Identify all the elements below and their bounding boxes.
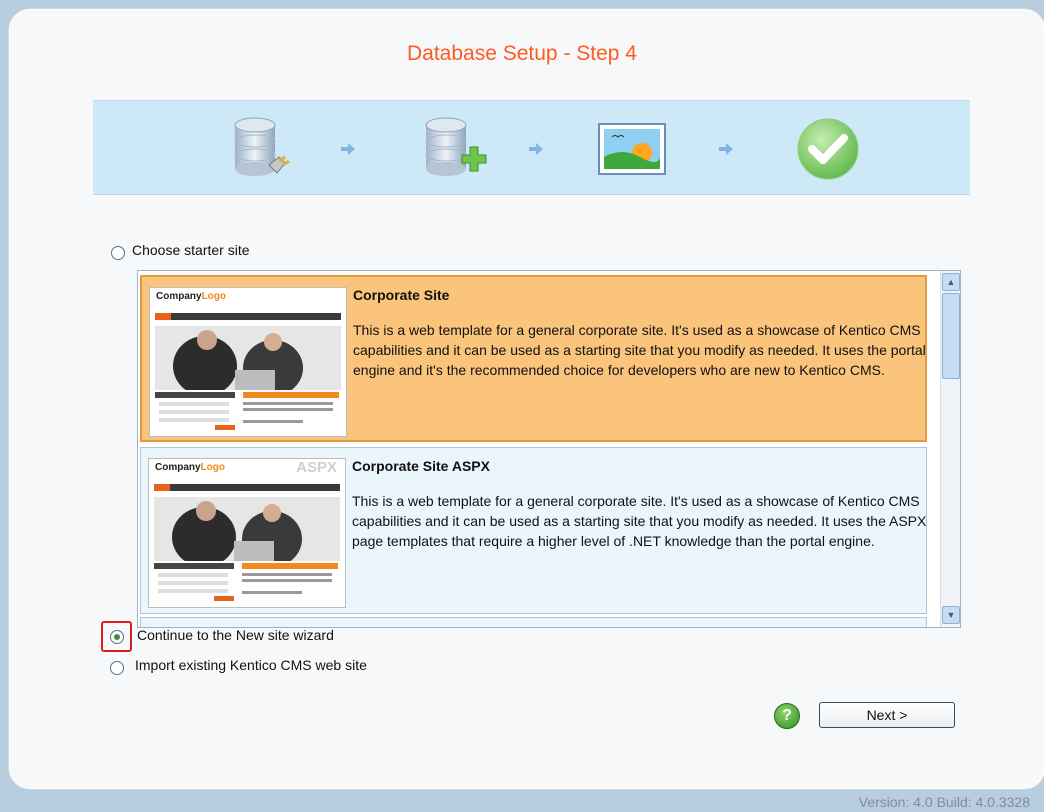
template-thumbnail: CompanyLogo ASPX (148, 458, 346, 608)
arrow-right-icon (529, 143, 543, 155)
template-thumbnail: CompanyLogo (149, 287, 347, 437)
help-button[interactable]: ? (774, 703, 800, 729)
thumb-photo (155, 326, 341, 390)
arrow-right-icon (719, 143, 733, 155)
new-site-wizard-label: Continue to the New site wizard (137, 627, 334, 643)
page-title: Database Setup - Step 4 (407, 42, 637, 65)
thumb-logo: CompanyLogo (155, 462, 225, 473)
template-item-corporate-site-aspx[interactable]: CompanyLogo ASPX Corporate Site ASPX Thi… (140, 447, 927, 614)
next-button[interactable]: Next > (819, 702, 955, 728)
import-site-radio[interactable] (110, 661, 124, 675)
template-description: This is a web template for a general cor… (353, 322, 926, 378)
template-list[interactable]: CompanyLogo Corporate Site This is a web… (137, 270, 961, 628)
template-list-scrollbar[interactable]: ▲ ▼ (940, 271, 960, 627)
version-text: Version: 4.0 Build: 4.0.3328 (858, 794, 1030, 810)
steps-bar (93, 100, 970, 195)
template-description: This is a web template for a general cor… (352, 493, 927, 549)
template-item-corporate-site[interactable]: CompanyLogo Corporate Site This is a web… (140, 275, 927, 442)
thumb-nav (155, 313, 341, 320)
thumb-photo (154, 497, 340, 561)
template-title: Corporate Site (353, 287, 450, 303)
thumb-lower (155, 392, 339, 430)
highlight-box (101, 621, 132, 652)
database-connect-icon (234, 117, 290, 176)
site-image-icon (598, 123, 666, 175)
import-site-label: Import existing Kentico CMS web site (135, 657, 367, 673)
checkmark-icon (797, 118, 859, 180)
starter-site-radio[interactable] (111, 246, 125, 260)
starter-site-label: Choose starter site (132, 242, 250, 258)
thumb-nav (154, 484, 340, 491)
scroll-down-button[interactable]: ▼ (942, 606, 960, 624)
scroll-thumb[interactable] (942, 293, 960, 379)
thumb-badge: ASPX (296, 459, 337, 476)
arrow-right-icon (341, 143, 355, 155)
thumb-lower (154, 563, 338, 601)
database-add-icon (425, 117, 487, 176)
template-title: Corporate Site ASPX (352, 458, 490, 474)
thumb-logo: CompanyLogo (156, 291, 226, 302)
scroll-up-button[interactable]: ▲ (942, 273, 960, 291)
